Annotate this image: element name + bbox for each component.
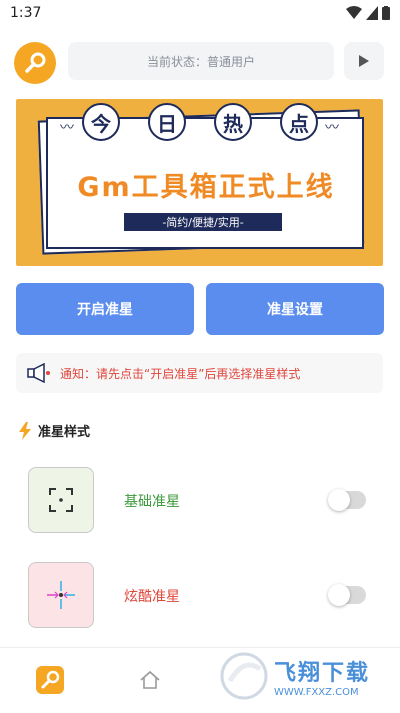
megaphone-icon [27,363,50,383]
banner-hot-title: 今 日 热 点 [82,103,318,141]
watermark-logo: 飞翔下载 WWW.FXXZ.COM [218,650,394,702]
play-icon [359,55,369,67]
watermark-text-block: 飞翔下载 WWW.FXXZ.COM [274,655,370,698]
banner-tagline: -简约/便捷/实用- [124,213,282,231]
app-logo[interactable] [14,42,56,84]
start-crosshair-button[interactable]: 开启准星 [16,283,194,335]
banner-char: 热 [214,103,252,141]
watermark-title: 飞翔下载 [274,660,371,686]
home-icon [140,670,160,689]
crosshair-cool-icon [47,581,75,609]
banner-ornament-right: 〰 [325,120,339,136]
battery-icon [382,6,390,20]
banner-ornament-left: 〰 [60,120,74,136]
toggle-knob [328,489,350,511]
style-label: 基础准星 [124,494,180,510]
banner-char: 点 [280,103,318,141]
wrench-icon [36,666,64,694]
nav-tools[interactable] [34,664,66,696]
banner-char: 今 [82,103,120,141]
crosshair-settings-button[interactable]: 准星设置 [206,283,384,335]
status-time: 1:37 [10,5,42,21]
cool-crosshair-thumbnail [28,562,94,628]
notice-bar: 通知：请先点击“开启准星”后再选择准星样式 [16,353,383,393]
crosshair-basic-icon [49,488,73,512]
status-bar: 1:37 [0,0,400,28]
user-status-text: 当前状态：普通用户 [146,54,255,69]
user-status-field: 当前状态：普通用户 [68,42,334,80]
toggle-knob [328,584,350,606]
lightning-icon [19,421,31,440]
system-icons [346,6,390,20]
wrench-icon [25,52,46,73]
crosshair-style-row[interactable]: 基础准星 [28,467,372,533]
watermark-url: WWW.FXXZ.COM [274,686,359,698]
style-toggle[interactable] [328,584,366,606]
banner-char: 日 [148,103,186,141]
watermark-swirl-icon [220,652,268,700]
play-button[interactable] [344,42,384,80]
app-screen: 1:37 当前状态：普通用户 〰 〰 今 日 热 点 Gm工具箱正式上线 -简约… [0,0,400,713]
crosshair-style-row[interactable]: 炫酷准星 [28,562,372,628]
notice-text: 通知：请先点击“开启准星”后再选择准星样式 [60,366,301,381]
section-header: 准星样式 [18,421,90,440]
banner-headline: Gm工具箱正式上线 [77,172,335,203]
basic-crosshair-thumbnail [28,467,94,533]
promo-banner[interactable]: 〰 〰 今 日 热 点 Gm工具箱正式上线 -简约/便捷/实用- [16,99,383,266]
style-toggle[interactable] [328,489,366,511]
style-label: 炫酷准星 [124,589,180,605]
section-title: 准星样式 [38,425,91,440]
wifi-icon [346,6,362,19]
nav-home[interactable] [134,664,166,696]
signal-icon [366,6,378,20]
